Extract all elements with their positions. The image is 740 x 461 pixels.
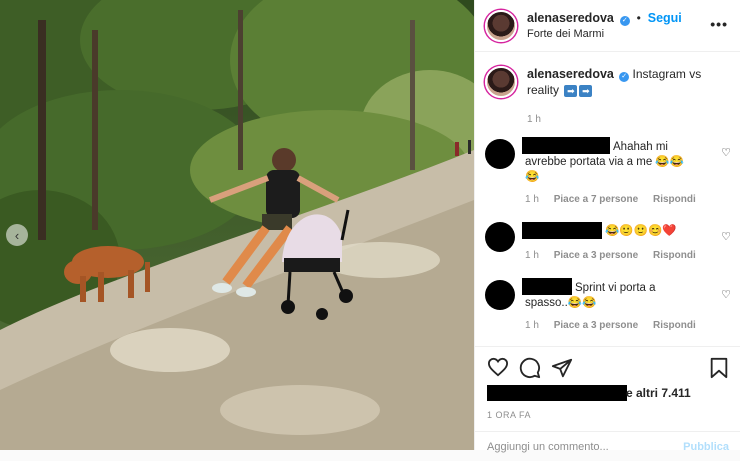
verified-badge-icon: ✓ <box>619 16 630 26</box>
reply-button[interactable]: Rispondi <box>653 194 696 205</box>
post-time[interactable]: 1 ORA FA <box>487 410 531 420</box>
follow-button[interactable]: Segui <box>648 11 682 25</box>
arrow-right-emoji: ➡ <box>579 85 593 97</box>
post-photo[interactable]: ‹ <box>0 0 474 450</box>
photo-illustration <box>0 0 474 450</box>
add-comment-bar: Pubblica <box>475 431 740 461</box>
comment-item: 😂🙂🙂😊❤️ 1 h Piace a 3 persone Rispondi ♡ <box>485 220 731 268</box>
actions-bar: e altri 7.411 1 ORA FA Pubblica <box>475 346 740 453</box>
comment-likes[interactable]: Piace a 3 persone <box>554 250 639 261</box>
comment-text: Ahahah mi avrebbe portata via a me 😂😂😂 <box>525 141 685 183</box>
verified-badge-icon: ✓ <box>619 72 630 82</box>
arrow-right-emoji: ➡ <box>564 85 578 97</box>
comment-like-heart-icon[interactable]: ♡ <box>721 230 731 243</box>
more-icon[interactable]: ••• <box>710 16 728 32</box>
redacted-likers <box>487 385 627 401</box>
caption-avatar[interactable] <box>485 66 517 98</box>
comment-likes[interactable]: Piace a 7 persone <box>554 194 639 205</box>
comment-text: Sprint vi porta a spasso..😂😂 <box>525 282 656 309</box>
reply-button[interactable]: Rispondi <box>653 250 696 261</box>
heart-icon[interactable] <box>487 357 509 377</box>
header-text: alenaseredova ✓ • Segui Forte dei Marmi <box>527 9 682 42</box>
reply-button[interactable]: Rispondi <box>653 320 696 331</box>
comment-meta: 1 h Piace a 7 persone Rispondi <box>525 194 708 205</box>
comment-meta: 1 h Piace a 3 persone Rispondi <box>525 250 708 261</box>
comment-meta: 1 h Piace a 3 persone Rispondi <box>525 320 708 331</box>
caption: alenaseredova ✓ Instagram vs reality ➡ ➡ … <box>485 66 731 128</box>
caption-time[interactable]: 1 h <box>527 112 731 128</box>
comment-avatar[interactable] <box>485 280 515 310</box>
post-header: alenaseredova ✓ • Segui Forte dei Marmi … <box>475 0 740 52</box>
comment-item: Ahahah mi avrebbe portata via a me 😂😂😂 1… <box>485 136 731 206</box>
comment-time[interactable]: 1 h <box>525 320 539 331</box>
post-sidebar: alenaseredova ✓ • Segui Forte dei Marmi … <box>474 0 740 453</box>
comment-input[interactable] <box>487 441 667 453</box>
caption-text: alenaseredova ✓ Instagram vs reality ➡ ➡ … <box>527 66 731 128</box>
comment-icon[interactable] <box>519 357 541 379</box>
comment-likes[interactable]: Piace a 3 persone <box>554 320 639 331</box>
separator-dot: • <box>636 11 641 25</box>
comment-avatar[interactable] <box>485 139 515 169</box>
share-icon[interactable] <box>551 357 573 379</box>
comment-time[interactable]: 1 h <box>525 194 539 205</box>
instagram-post: ‹ alenaseredova ✓ • Segui Forte dei Marm… <box>0 0 740 453</box>
location-link[interactable]: Forte dei Marmi <box>527 26 682 42</box>
comment-time[interactable]: 1 h <box>525 250 539 261</box>
username-link[interactable]: alenaseredova <box>527 11 614 25</box>
comment-item: Sprint vi porta a spasso..😂😂 1 h Piace a… <box>485 278 731 338</box>
comment-like-heart-icon[interactable]: ♡ <box>721 146 731 159</box>
comment-text: 😂🙂🙂😊❤️ <box>605 225 677 237</box>
publish-button[interactable]: Pubblica <box>683 441 729 453</box>
comment-avatar[interactable] <box>485 222 515 252</box>
caption-username-link[interactable]: alenaseredova <box>527 67 614 81</box>
avatar[interactable] <box>485 9 517 42</box>
prev-photo-button[interactable]: ‹ <box>6 224 28 246</box>
comment-like-heart-icon[interactable]: ♡ <box>721 288 731 301</box>
bookmark-icon[interactable] <box>709 357 729 379</box>
chevron-left-icon: ‹ <box>14 227 20 243</box>
likes-count[interactable]: e altri 7.411 <box>626 386 691 400</box>
